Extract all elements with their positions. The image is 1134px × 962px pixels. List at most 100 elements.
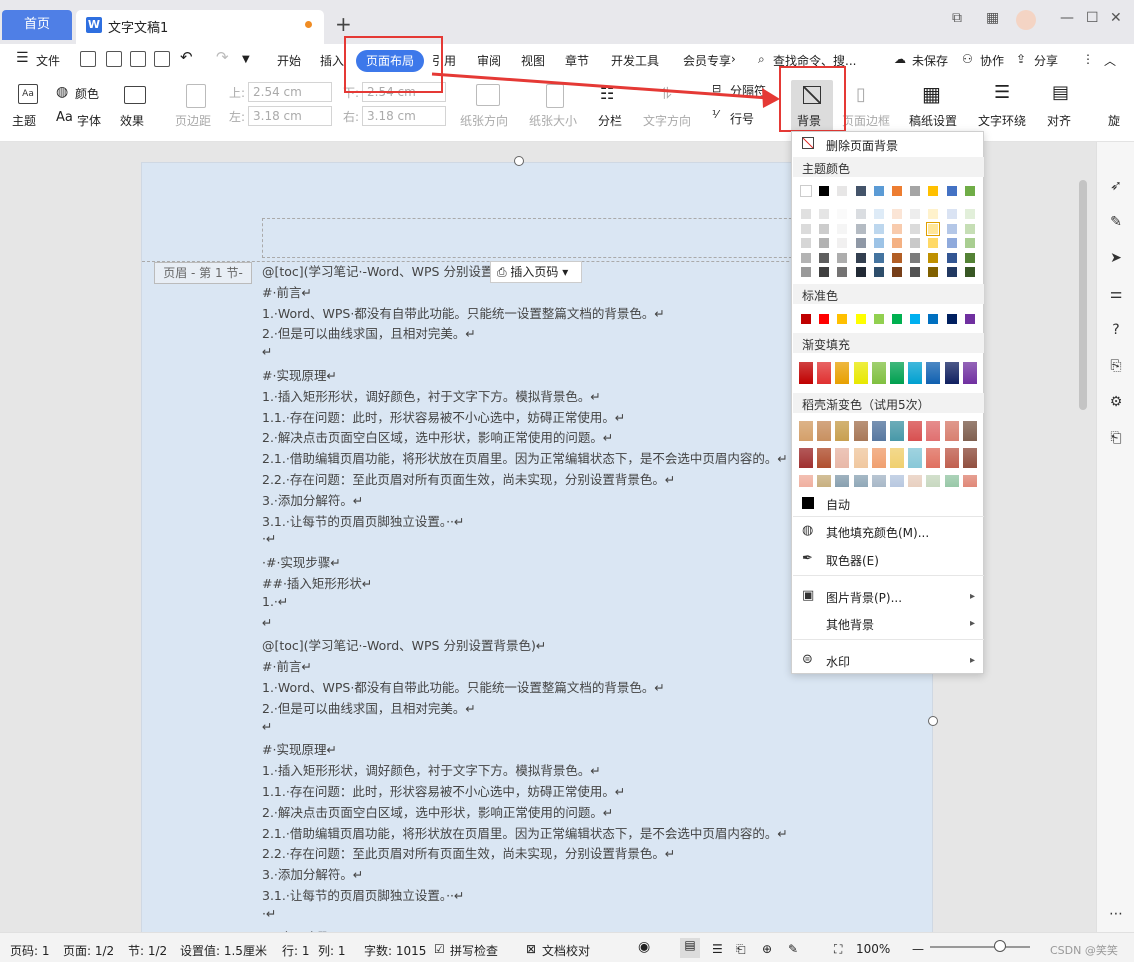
- docer-gradient-swatch[interactable]: [890, 421, 904, 441]
- theme-shade-swatch[interactable]: [854, 266, 867, 278]
- status-row[interactable]: 行: 1: [282, 942, 310, 959]
- theme-shade-swatch[interactable]: [854, 251, 867, 264]
- theme-shade-swatch[interactable]: [927, 237, 940, 249]
- theme-shade-swatch[interactable]: [891, 208, 903, 220]
- docer-gradient-swatch[interactable]: [944, 421, 959, 441]
- theme-color-swatch[interactable]: [872, 185, 885, 197]
- theme-shade-swatch[interactable]: [909, 222, 922, 235]
- document-line[interactable]: 2.·解决点击页面空白区域，选中形状，影响正常使用的问题。↵: [262, 427, 822, 448]
- theme-color-swatch[interactable]: [818, 185, 831, 197]
- gradient-swatch[interactable]: [835, 362, 850, 384]
- theme-shade-swatch[interactable]: [872, 208, 885, 220]
- docer-gradient-swatch[interactable]: [908, 475, 923, 487]
- page-view-icon[interactable]: ▤: [680, 938, 700, 958]
- standard-color-swatch[interactable]: [963, 313, 976, 325]
- theme-shade-swatch[interactable]: [909, 251, 922, 264]
- document-line[interactable]: #·前言↵: [262, 656, 822, 677]
- document-line[interactable]: 2.·但是可以曲线求国，且相对完美。↵: [262, 698, 822, 719]
- docer-gradient-swatch[interactable]: [799, 475, 813, 487]
- document-line[interactable]: 3.1.·让每节的页眉页脚独立设置。··↵: [262, 511, 822, 532]
- standard-color-swatch[interactable]: [854, 313, 867, 325]
- docer-gradient-swatch[interactable]: [908, 448, 923, 468]
- theme-shade-swatch[interactable]: [945, 237, 958, 249]
- other-background[interactable]: 其他背景: [826, 616, 874, 633]
- docer-gradient-swatch[interactable]: [835, 421, 850, 441]
- document-line[interactable]: ↵: [262, 719, 822, 740]
- theme-shade-swatch[interactable]: [891, 237, 903, 249]
- theme-shade-swatch[interactable]: [927, 251, 940, 264]
- vertical-scrollbar[interactable]: [1078, 150, 1088, 930]
- theme-shade-swatch[interactable]: [872, 237, 885, 249]
- book-icon[interactable]: ⎗: [1107, 430, 1125, 448]
- document-line[interactable]: ·↵: [262, 906, 822, 927]
- standard-color-swatch[interactable]: [927, 313, 940, 325]
- docer-gradient-swatch[interactable]: [835, 475, 850, 487]
- theme-shade-swatch[interactable]: [836, 266, 849, 278]
- document-line[interactable]: 2.·但是可以曲线求国，且相对完美。↵: [262, 323, 822, 344]
- gradient-swatch[interactable]: [853, 362, 868, 384]
- docer-gradient-swatch[interactable]: [799, 421, 813, 441]
- docer-gradient-swatch[interactable]: [835, 448, 850, 468]
- document-line[interactable]: 3.·添加分解符。↵: [262, 864, 822, 885]
- document-line[interactable]: #·前言↵: [262, 282, 822, 303]
- document-line[interactable]: ·↵: [262, 531, 822, 552]
- status-page[interactable]: 页码: 1: [10, 942, 50, 959]
- docer-gradient-swatch[interactable]: [871, 421, 886, 441]
- document-line[interactable]: 3.·添加分解符。↵: [262, 490, 822, 511]
- theme-shade-swatch[interactable]: [800, 237, 812, 249]
- theme-shade-swatch[interactable]: [854, 208, 867, 220]
- theme-shade-swatch[interactable]: [818, 222, 831, 235]
- theme-shade-swatch[interactable]: [945, 222, 958, 235]
- docer-gradient-swatch[interactable]: [890, 475, 904, 487]
- theme-shade-swatch[interactable]: [836, 222, 849, 235]
- docer-gradient-swatch[interactable]: [962, 475, 977, 487]
- document-line[interactable]: 1.1.·存在问题：此时，形状容易被不小心选中，妨碍正常使用。↵: [262, 407, 822, 428]
- document-line[interactable]: 2.1.·借助编辑页眉功能，将形状放在页眉里。因为正常编辑状态下，是不会选中页眉…: [262, 448, 822, 469]
- docer-gradient-swatch[interactable]: [908, 421, 923, 441]
- compass-icon[interactable]: ⚙: [1107, 394, 1125, 412]
- theme-shade-swatch[interactable]: [963, 208, 976, 220]
- theme-shade-swatch[interactable]: [800, 208, 812, 220]
- theme-color-swatch[interactable]: [963, 185, 976, 197]
- theme-color-swatch[interactable]: [945, 185, 958, 197]
- status-pages[interactable]: 页面: 1/2: [63, 942, 114, 959]
- settings-sliders-icon[interactable]: ⚌: [1107, 286, 1125, 304]
- write-view-icon[interactable]: ✎: [788, 942, 798, 956]
- eye-icon[interactable]: ◉: [638, 939, 650, 955]
- docer-gradient-swatch[interactable]: [817, 475, 832, 487]
- zoom-slider-knob[interactable]: [994, 940, 1006, 952]
- status-section[interactable]: 节: 1/2: [128, 942, 167, 959]
- document-line[interactable]: 2.2.·存在问题：至此页眉对所有页面生效，尚未实现，分别设置背景色。↵: [262, 469, 822, 490]
- gradient-swatch[interactable]: [926, 362, 941, 384]
- docer-gradient-swatch[interactable]: [871, 475, 886, 487]
- cursor-icon[interactable]: ➤: [1107, 250, 1125, 268]
- eyedropper-option[interactable]: 取色器(E): [826, 552, 879, 569]
- docer-gradient-swatch[interactable]: [871, 448, 886, 468]
- spellcheck-button[interactable]: 拼写检查: [450, 942, 498, 959]
- header-region[interactable]: [262, 218, 822, 258]
- docer-gradient-swatch[interactable]: [853, 475, 868, 487]
- theme-shade-swatch[interactable]: [927, 208, 940, 220]
- theme-shade-swatch[interactable]: [945, 266, 958, 278]
- help-icon[interactable]: ?: [1107, 322, 1125, 340]
- resize-handle-right[interactable]: [928, 716, 938, 726]
- theme-shade-swatch[interactable]: [836, 208, 849, 220]
- proof-button[interactable]: 文档校对: [542, 942, 590, 959]
- document-line[interactable]: #·实现原理↵: [262, 365, 822, 386]
- web-view-icon[interactable]: ⊕: [762, 942, 772, 956]
- document-line[interactable]: ##·插入矩形形状↵: [262, 573, 822, 594]
- document-line[interactable]: ·#·实现步骤↵: [262, 552, 822, 573]
- document-line[interactable]: 2.·解决点击页面空白区域，选中形状，影响正常使用的问题。↵: [262, 802, 822, 823]
- scroll-thumb[interactable]: [1079, 180, 1087, 410]
- theme-color-swatch[interactable]: [909, 185, 922, 197]
- zoom-out-icon[interactable]: —: [912, 942, 924, 956]
- auto-color-option[interactable]: 自动: [826, 496, 850, 513]
- more-fill-colors[interactable]: 其他填充颜色(M)...: [826, 524, 929, 541]
- docer-gradient-swatch[interactable]: [926, 475, 941, 487]
- document-body[interactable]: @[toc](学习笔记·-Word、WPS 分别设置背景色)↵ #·前言↵ 1.·W…: [262, 261, 822, 932]
- zoom-slider[interactable]: [930, 946, 1030, 948]
- document-line[interactable]: @[toc](学习笔记·-Word、WPS 分别设置背景色)↵: [262, 635, 822, 656]
- theme-shade-swatch[interactable]: [909, 237, 922, 249]
- theme-shade-swatch[interactable]: [927, 266, 940, 278]
- theme-shade-swatch[interactable]: [872, 251, 885, 264]
